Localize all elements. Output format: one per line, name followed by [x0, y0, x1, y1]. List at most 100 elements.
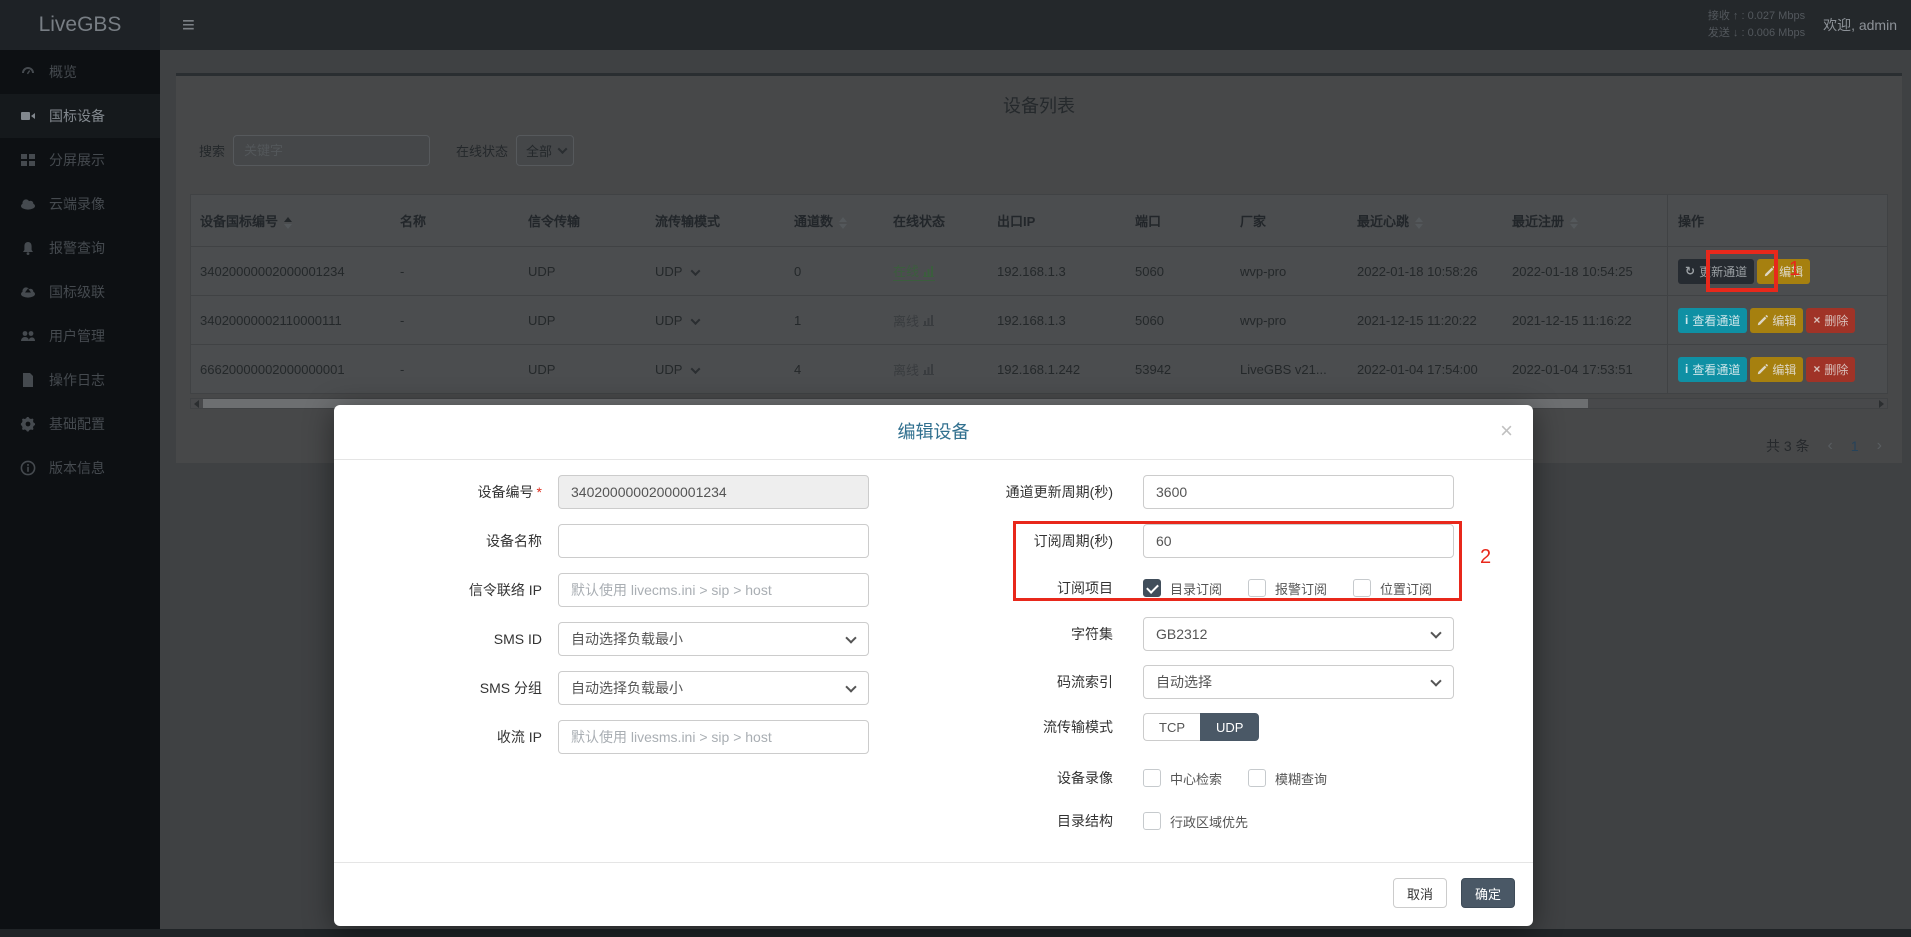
view-channels-button[interactable]: i查看通道 [1678, 308, 1747, 333]
bottom-strip [0, 929, 1911, 937]
confirm-button[interactable]: 确定 [1461, 878, 1515, 908]
chevron-down-icon [845, 632, 856, 643]
recv-label: 接收 ↑ : [1708, 10, 1745, 22]
stream-recv-ip-field[interactable] [558, 720, 869, 754]
channel-refresh-field[interactable] [1143, 475, 1454, 509]
cell-vendor: wvp-pro [1240, 264, 1357, 279]
admin-region-priority-checkbox[interactable]: 行政区域优先 [1143, 812, 1248, 831]
chevron-down-icon [691, 266, 701, 276]
sidebar-item-label: 报警查询 [49, 238, 105, 258]
topbar: ≡ 接收 ↑ : 0.027 Mbps 发送 ↓ : 0.006 Mbps 欢迎… [160, 0, 1911, 50]
checkbox-icon[interactable] [1248, 769, 1266, 787]
modal-header: 编辑设备 × [334, 405, 1533, 460]
device-table: 设备国标编号 名称 信令传输 流传输模式 通道数 在线状态 出口IP 端口 厂家… [190, 194, 1888, 394]
sidebar-item-gb-devices[interactable]: 国标设备 [0, 94, 160, 138]
send-label: 发送 ↓ : [1708, 27, 1745, 39]
charset-select[interactable]: GB2312 [1143, 617, 1454, 651]
delete-device-button[interactable]: ×删除 [1806, 357, 1855, 382]
current-page[interactable]: 1 [1851, 438, 1859, 454]
cell-channels: 4 [794, 362, 893, 377]
next-page-icon[interactable]: › [1877, 437, 1882, 455]
sidebar-item-cloud-record[interactable]: 云端录像 [0, 182, 160, 226]
cell-name: - [400, 362, 528, 377]
sidebar-item-label: 基础配置 [49, 414, 105, 434]
sort-icon[interactable] [1570, 217, 1578, 229]
form-row-sms-group: SMS 分组 自动选择负载最小 [352, 671, 869, 705]
sip-contact-ip-label: 信令联络 IP [352, 580, 542, 600]
sidebar-item-user-management[interactable]: 用户管理 [0, 314, 160, 358]
stream-index-select[interactable]: 自动选择 [1143, 665, 1454, 699]
sort-icon[interactable] [284, 217, 292, 229]
chevron-down-icon [691, 315, 701, 325]
cell-stream-mode[interactable]: UDP [655, 362, 794, 377]
form-row-device-record: 设备录像 中心检索 模糊查询 [943, 767, 1353, 789]
close-icon[interactable]: × [1500, 405, 1513, 457]
cell-name: - [400, 313, 528, 328]
sidebar-menu: 概览 国标设备 分屏展示 云端录像 报警查询 国标级联 用户管理 操作日志 [0, 50, 160, 490]
checkbox-icon[interactable] [1143, 769, 1161, 787]
col-device-id[interactable]: 设备国标编号 [191, 211, 400, 230]
sidebar-item-label: 操作日志 [49, 370, 105, 390]
welcome-user[interactable]: 欢迎, admin [1823, 15, 1897, 35]
fuzzy-query-checkbox[interactable]: 模糊查询 [1248, 769, 1327, 788]
prev-page-icon[interactable]: ‹ [1828, 437, 1833, 455]
sort-icon[interactable] [1415, 217, 1423, 229]
udp-toggle-button[interactable]: UDP [1200, 713, 1259, 741]
cell-online-status[interactable]: 在线 [893, 261, 997, 281]
delete-device-button[interactable]: ×删除 [1806, 308, 1855, 333]
col-registered[interactable]: 最近注册 [1512, 211, 1667, 230]
cell-heartbeat: 2022-01-04 17:54:00 [1357, 362, 1512, 377]
sip-contact-ip-field[interactable] [558, 573, 869, 607]
sidebar-item-label: 版本信息 [49, 458, 105, 478]
col-channels[interactable]: 通道数 [794, 211, 893, 230]
sidebar-item-label: 国标级联 [49, 282, 105, 302]
sidebar-item-overview[interactable]: 概览 [0, 50, 160, 94]
bell-icon [20, 240, 36, 256]
cell-stream-mode[interactable]: UDP [655, 313, 794, 328]
sms-group-select[interactable]: 自动选择负载最小 [558, 671, 869, 705]
center-search-checkbox[interactable]: 中心检索 [1143, 769, 1222, 788]
chevron-down-icon [845, 681, 856, 692]
sms-id-select[interactable]: 自动选择负载最小 [558, 622, 869, 656]
edit-device-button[interactable]: 编辑 [1750, 357, 1803, 382]
sort-icon[interactable] [839, 217, 847, 229]
table-row: 34020000002000001234 - UDP UDP 0 在线 192.… [191, 247, 1887, 296]
scroll-left-arrow-icon[interactable] [194, 400, 199, 408]
sidebar-item-operation-log[interactable]: 操作日志 [0, 358, 160, 402]
annotation-box-2 [1013, 521, 1462, 601]
edit-device-button[interactable]: 编辑 [1750, 308, 1803, 333]
form-row-stream-index: 码流索引 自动选择 [943, 665, 1454, 699]
sidebar-item-alarm-query[interactable]: 报警查询 [0, 226, 160, 270]
table-header: 设备国标编号 名称 信令传输 流传输模式 通道数 在线状态 出口IP 端口 厂家… [191, 195, 1887, 247]
cloud-upload-icon [20, 284, 36, 300]
pagination: 共 3 条 ‹ 1 › [1766, 431, 1882, 461]
info-circle-icon [20, 460, 36, 476]
col-heartbeat[interactable]: 最近心跳 [1357, 211, 1512, 230]
sidebar-item-version-info[interactable]: 版本信息 [0, 446, 160, 490]
chevron-down-icon [691, 364, 701, 374]
grid-icon [20, 152, 36, 168]
col-online-status: 在线状态 [893, 211, 997, 230]
cell-stream-mode[interactable]: UDP [655, 264, 794, 279]
tcp-toggle-button[interactable]: TCP [1143, 713, 1200, 741]
sidebar-item-split-screen[interactable]: 分屏展示 [0, 138, 160, 182]
view-channels-button[interactable]: i查看通道 [1678, 357, 1747, 382]
device-name-field[interactable] [558, 524, 869, 558]
checkbox-icon[interactable] [1143, 812, 1161, 830]
hamburger-icon[interactable]: ≡ [160, 0, 217, 50]
cell-signal: UDP [528, 362, 655, 377]
form-row-device-name: 设备名称 [352, 524, 869, 558]
total-count: 共 3 条 [1766, 436, 1810, 456]
chevron-down-icon [558, 144, 568, 154]
cancel-button[interactable]: 取消 [1393, 878, 1447, 908]
form-row-sms-id: SMS ID 自动选择负载最小 [352, 622, 869, 656]
sidebar-item-basic-config[interactable]: 基础配置 [0, 402, 160, 446]
recv-value: 0.027 Mbps [1748, 10, 1805, 22]
scroll-right-arrow-icon[interactable] [1879, 400, 1884, 408]
sidebar-item-gb-cascade[interactable]: 国标级联 [0, 270, 160, 314]
sidebar: LiveGBS 概览 国标设备 分屏展示 云端录像 报警查询 国标级联 用户管理 [0, 0, 160, 937]
col-stream-mode: 流传输模式 [655, 211, 794, 230]
search-input[interactable] [233, 135, 430, 166]
online-status-select[interactable]: 全部 [516, 135, 574, 166]
edit-pencil-icon [1757, 315, 1768, 326]
